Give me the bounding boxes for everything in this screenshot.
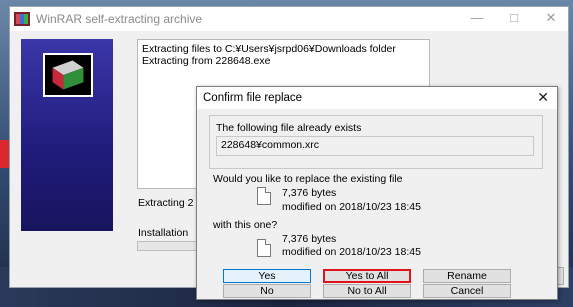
yes-button[interactable]: Yes xyxy=(223,269,311,283)
confirm-file-replace-dialog: Confirm file replace ✕ The following fil… xyxy=(196,86,558,300)
existing-file-modified: modified on 2018/10/23 18:45 xyxy=(282,201,421,213)
dialog-titlebar[interactable]: Confirm file replace ✕ xyxy=(197,87,557,109)
rename-button[interactable]: Rename xyxy=(423,269,511,283)
file-path-field: 228648¥common.xrc xyxy=(216,136,534,156)
new-file-size: 7,376 bytes xyxy=(282,233,337,245)
close-button[interactable]: ✕ xyxy=(540,9,562,27)
new-file-icon xyxy=(257,239,271,257)
status-text: Extracting 2 xyxy=(138,197,194,209)
winrar-logo-icon xyxy=(43,53,93,97)
yes-to-all-button[interactable]: Yes to All xyxy=(323,269,411,283)
window-title: WinRAR self-extracting archive xyxy=(36,12,203,26)
with-this-one-label: with this one? xyxy=(213,219,278,231)
existing-file-group: The following file already exists 228648… xyxy=(209,115,543,169)
dialog-body: The following file already exists 228648… xyxy=(197,109,557,299)
dialog-close-button[interactable]: ✕ xyxy=(537,89,549,106)
existing-file-label: The following file already exists xyxy=(216,122,362,134)
existing-file-icon xyxy=(257,187,271,205)
minimize-button[interactable]: — xyxy=(466,9,488,27)
cancel-button[interactable]: Cancel xyxy=(423,284,511,298)
log-line: Extracting files to C:¥Users¥jsrpd06¥Dow… xyxy=(142,43,396,55)
installation-label: Installation xyxy=(138,227,189,239)
maximize-button[interactable]: □ xyxy=(503,9,525,27)
winrar-app-icon xyxy=(14,12,30,26)
new-file-modified: modified on 2018/10/23 18:45 xyxy=(282,246,421,258)
log-line: Extracting from 228648.exe xyxy=(142,55,271,67)
no-to-all-button[interactable]: No to All xyxy=(323,284,411,298)
installation-progress-bar xyxy=(137,241,203,251)
no-button[interactable]: No xyxy=(223,284,311,298)
dialog-title: Confirm file replace xyxy=(203,92,303,104)
existing-file-size: 7,376 bytes xyxy=(282,187,337,199)
window-titlebar[interactable]: WinRAR self-extracting archive — □ ✕ xyxy=(10,7,568,31)
replace-question: Would you like to replace the existing f… xyxy=(213,173,403,185)
side-banner xyxy=(21,39,113,231)
